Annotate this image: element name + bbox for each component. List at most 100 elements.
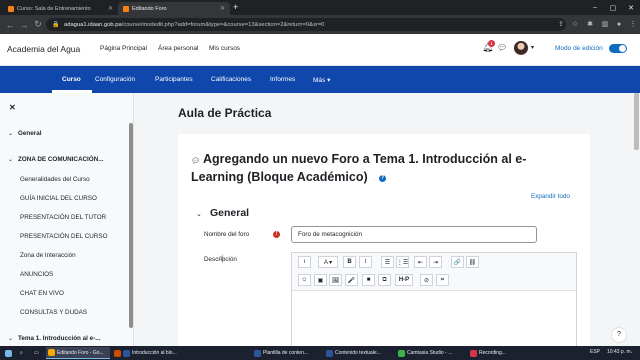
minimize-window-icon[interactable]: – xyxy=(586,0,604,15)
taskbar-app[interactable]: Introducción al blo... xyxy=(112,347,182,359)
reload-icon[interactable]: ↻ xyxy=(31,15,45,34)
share-icon[interactable]: ⇪ xyxy=(554,17,568,31)
link-button[interactable]: 🔗 xyxy=(451,256,464,268)
taskbar-app[interactable]: Contenido textuale... xyxy=(324,347,394,359)
back-icon[interactable]: ← xyxy=(3,15,17,34)
nav-link-my-courses[interactable]: Mis cursos xyxy=(209,45,240,52)
tab-mas[interactable]: Más ▾ xyxy=(313,76,330,84)
nav-link-dashboard[interactable]: Área personal xyxy=(158,45,198,52)
course-index-item[interactable]: ANUNCIOS xyxy=(20,271,53,278)
maximize-window-icon[interactable]: ▢ xyxy=(604,0,622,15)
url-host: adagua1.idaan.gob.pa xyxy=(64,21,122,28)
course-index-item[interactable]: PRESENTACIÓN DEL CURSO xyxy=(20,233,107,240)
taskbar-app[interactable]: Recording... xyxy=(468,347,524,359)
site-brand[interactable]: Academia del Agua xyxy=(7,44,80,54)
chrome-icon xyxy=(48,349,55,356)
indent-button[interactable]: ⇥ xyxy=(429,256,442,268)
tab-informes[interactable]: Informes xyxy=(270,76,295,83)
word-icon xyxy=(326,349,333,357)
course-index-item[interactable]: Generalidades del Curso xyxy=(20,176,90,183)
camtasia-icon xyxy=(398,349,405,357)
course-section-comunicacion[interactable]: ⌄ ZONA DE COMUNICACIÓN... xyxy=(8,156,104,163)
media-button[interactable]: 🖼 xyxy=(329,274,342,286)
taskbar-app-label: Recording... xyxy=(479,350,506,356)
course-index-item[interactable]: CHAT EN VIVO xyxy=(20,290,64,297)
image-button[interactable]: ▣ xyxy=(314,274,327,286)
taskbar-app-label: Contenido textuale... xyxy=(335,350,381,356)
help-icon[interactable]: ? xyxy=(379,175,386,182)
accessibility-checker-button[interactable]: ⊘ xyxy=(420,274,433,286)
toolbar-toggle-button[interactable]: ı xyxy=(298,256,311,268)
clock[interactable]: 10:43 p. m. xyxy=(607,349,632,355)
outdent-button[interactable]: ⇤ xyxy=(414,256,427,268)
bookmark-star-icon[interactable]: ☆ xyxy=(568,17,582,31)
course-index-item[interactable]: GUÍA INICIAL DEL CURSO xyxy=(20,195,97,202)
new-tab-button[interactable]: + xyxy=(233,2,238,13)
chevron-down-icon: ⌄ xyxy=(8,131,14,137)
bold-button[interactable]: B xyxy=(343,256,356,268)
profile-icon[interactable]: ● xyxy=(612,17,626,31)
tab-calificaciones[interactable]: Calificaciones xyxy=(211,76,251,83)
page-scrollbar[interactable] xyxy=(634,93,639,150)
drawer-scrollbar[interactable] xyxy=(129,123,133,328)
chevron-down-icon[interactable]: ⌄ xyxy=(196,210,202,218)
word-icon xyxy=(254,349,261,357)
taskbar-app[interactable]: Camtasia Studio - ... xyxy=(396,347,466,359)
unordered-list-button[interactable]: ☰ xyxy=(381,256,394,268)
taskbar-app[interactable]: Plantilla de conten... xyxy=(252,347,322,359)
close-tab-icon[interactable]: ✕ xyxy=(108,5,113,12)
chevron-down-icon: ⌄ xyxy=(8,157,14,163)
lock-icon: 🔒 xyxy=(52,22,60,28)
browser-tab-course[interactable]: Curso: Sala de Entrenamiento ✕ xyxy=(3,2,118,15)
course-index-item[interactable]: Zona de Interacción xyxy=(20,252,76,259)
close-drawer-icon[interactable]: ✕ xyxy=(9,103,16,112)
sidepanel-icon[interactable]: ▥ xyxy=(598,17,612,31)
edit-mode-toggle[interactable] xyxy=(609,44,627,53)
recording-icon xyxy=(470,349,477,357)
start-button[interactable] xyxy=(3,347,15,359)
unlink-button[interactable]: ⛓ xyxy=(466,256,479,268)
browser-menu-icon[interactable]: ⋮ xyxy=(626,17,640,31)
italic-button[interactable]: I xyxy=(359,256,372,268)
section-label: ZONA DE COMUNICACIÓN... xyxy=(18,156,104,163)
taskbar-app[interactable]: Editando Foro - Go... xyxy=(46,347,110,359)
taskbar-app-label: Introducción al blo... xyxy=(132,350,177,356)
ordered-list-button[interactable]: ⋮☰ xyxy=(396,256,409,268)
chevron-down-icon[interactable]: ▾ xyxy=(531,44,534,51)
tab-configuracion[interactable]: Configuración xyxy=(95,76,135,83)
extensions-icon[interactable]: ✱ xyxy=(583,17,597,31)
user-avatar[interactable] xyxy=(514,41,528,55)
font-style-button[interactable]: A ▾ xyxy=(318,256,338,268)
nav-link-home[interactable]: Página Principal xyxy=(100,45,147,52)
tab-label: Editando Foro xyxy=(132,5,167,12)
course-index-item[interactable]: CONSULTAS Y DUDAS xyxy=(20,309,87,316)
help-fab-icon[interactable]: ? xyxy=(611,327,627,343)
html-button[interactable]: ⌗ xyxy=(436,274,449,286)
page-title: Aula de Práctica xyxy=(178,106,272,120)
language-indicator[interactable]: ESP xyxy=(590,349,600,355)
record-video-button[interactable]: ■ xyxy=(362,274,375,286)
task-view-icon[interactable]: ▭ xyxy=(32,347,44,359)
manage-files-button[interactable]: ⧉ xyxy=(378,274,391,286)
close-tab-icon[interactable]: ✕ xyxy=(220,5,225,12)
forward-icon[interactable]: → xyxy=(17,15,31,34)
fieldset-general-title[interactable]: General xyxy=(210,207,249,219)
h5p-button[interactable]: H-P xyxy=(395,274,413,286)
messages-icon[interactable]: 💬︎ xyxy=(497,43,507,52)
forum-name-input[interactable]: Foro de metacognición xyxy=(291,226,537,243)
tab-curso[interactable]: Curso xyxy=(62,76,81,83)
course-section-general[interactable]: ⌄ General xyxy=(8,130,41,137)
forum-name-label: Nombre del foro xyxy=(204,231,250,238)
course-section-tema1[interactable]: ⌄ Tema 1. Introducción al e-... xyxy=(8,335,101,342)
windows-logo-icon xyxy=(5,349,12,357)
section-label: Tema 1. Introducción al e-... xyxy=(18,335,101,342)
emoji-button[interactable]: ☺ xyxy=(298,274,311,286)
search-taskbar-icon[interactable]: ⌕ xyxy=(18,347,30,359)
close-window-icon[interactable]: ✕ xyxy=(622,0,640,15)
expand-all-link[interactable]: Expandir todo xyxy=(531,193,570,200)
record-audio-button[interactable]: 🎤 xyxy=(345,274,358,286)
address-bar[interactable]: 🔒 adagua1.idaan.gob.pa/course/modedit.ph… xyxy=(46,18,566,31)
browser-tab-editing[interactable]: Editando Foro ✕ xyxy=(118,2,230,15)
tab-participantes[interactable]: Participantes xyxy=(155,76,193,83)
course-index-item[interactable]: PRESENTACIÓN DEL TUTOR xyxy=(20,214,106,221)
